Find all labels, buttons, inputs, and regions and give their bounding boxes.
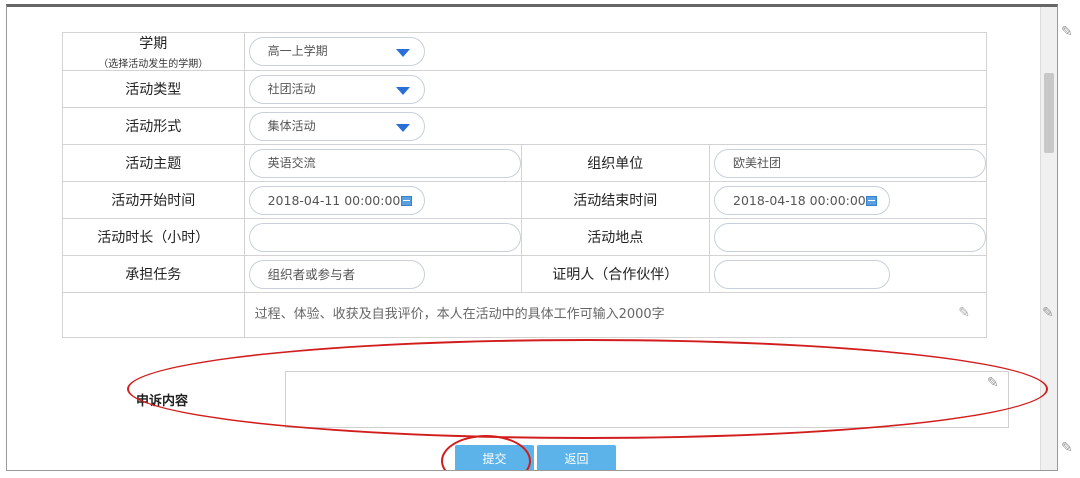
location-label: 活动地点: [520, 218, 711, 256]
row-description: 过程、体验、收获及自我评价，本人在活动中的具体工作可输入2000字 ✎: [62, 292, 988, 338]
description-label-cell: [62, 292, 245, 338]
row-role: 承担任务 组织者或参与者 证明人（合作伙伴）: [62, 255, 987, 293]
theme-input-cell: 英语交流: [243, 144, 522, 182]
description-cell: 过程、体验、收获及自我评价，本人在活动中的具体工作可输入2000字 ✎: [243, 292, 988, 338]
calendar-icon[interactable]: [866, 195, 877, 206]
activity-type-select[interactable]: 社团活动: [248, 74, 425, 104]
start-time-value: 2018-04-11 00:00:00: [267, 192, 401, 208]
witness-label: 证明人（合作伙伴）: [520, 255, 711, 293]
scrollbar-thumb[interactable]: [1044, 73, 1054, 153]
vertical-scrollbar[interactable]: [1040, 7, 1057, 470]
description-textarea[interactable]: 过程、体验、收获及自我评价，本人在活动中的具体工作可输入2000字 ✎: [245, 293, 986, 337]
organizer-input[interactable]: 欧美社团: [714, 148, 986, 178]
form-window: 学期 （选择活动发生的学期） 高一上学期 活动类型 社团活动 活动形式 集体活动…: [6, 4, 1058, 471]
end-time-input-cell: 2018-04-18 00:00:00: [709, 181, 987, 219]
role-input-cell: 组织者或参与者: [243, 255, 522, 293]
semester-input-cell: 高一上学期: [243, 32, 988, 71]
dropdown-caret-icon: [395, 49, 410, 57]
location-input[interactable]: [714, 222, 986, 252]
role-input[interactable]: 组织者或参与者: [248, 259, 425, 289]
semester-value: 高一上学期: [267, 44, 328, 58]
dropdown-caret-icon: [395, 123, 410, 132]
semester-hint: （选择活动发生的学期）: [98, 59, 209, 70]
semester-select[interactable]: 高一上学期: [248, 37, 425, 66]
description-placeholder: 过程、体验、收获及自我评价，本人在活动中的具体工作可输入2000字: [254, 307, 665, 322]
duration-label: 活动时长（小时）: [62, 218, 245, 256]
pen-icon: ✎: [1042, 305, 1054, 321]
annotation-ellipse-appeal: [127, 339, 1048, 439]
theme-input[interactable]: 英语交流: [248, 148, 521, 178]
witness-input[interactable]: [714, 259, 890, 289]
pen-icon: ✎: [958, 305, 970, 321]
activity-form-label: 活动形式: [62, 107, 245, 145]
role-label: 承担任务: [62, 255, 245, 293]
semester-label: 学期: [139, 36, 168, 52]
row-time: 活动开始时间 2018-04-11 00:00:00 活动结束时间 2018-0…: [62, 181, 987, 219]
duration-input-cell: [243, 218, 522, 256]
dropdown-caret-icon: [395, 86, 410, 95]
row-semester: 学期 （选择活动发生的学期） 高一上学期: [62, 32, 988, 71]
row-activity-form: 活动形式 集体活动: [62, 107, 988, 145]
organizer-label: 组织单位: [520, 144, 711, 182]
location-input-cell: [709, 218, 987, 256]
calendar-icon[interactable]: [400, 195, 412, 206]
activity-type-label: 活动类型: [62, 70, 245, 108]
annotation-ellipse-submit: [441, 435, 531, 470]
activity-form-value: 集体活动: [267, 118, 316, 133]
duration-input[interactable]: [248, 222, 521, 252]
start-time-label: 活动开始时间: [62, 181, 245, 219]
pen-icon: ✎: [1061, 24, 1073, 40]
end-time-label: 活动结束时间: [520, 181, 711, 219]
end-time-value: 2018-04-18 00:00:00: [733, 192, 866, 208]
row-theme: 活动主题 英语交流 组织单位 欧美社团: [62, 144, 987, 182]
row-duration: 活动时长（小时） 活动地点: [62, 218, 987, 256]
activity-form-input-cell: 集体活动: [243, 107, 988, 145]
end-time-input[interactable]: 2018-04-18 00:00:00: [714, 185, 890, 215]
back-button[interactable]: 返回: [537, 445, 616, 470]
theme-label: 活动主题: [62, 144, 245, 182]
organizer-input-cell: 欧美社团: [709, 144, 987, 182]
activity-type-input-cell: 社团活动: [243, 70, 988, 108]
activity-form-table: 学期 （选择活动发生的学期） 高一上学期 活动类型 社团活动 活动形式 集体活动…: [62, 32, 988, 338]
start-time-input[interactable]: 2018-04-11 00:00:00: [248, 185, 425, 215]
witness-input-cell: [709, 255, 987, 293]
start-time-input-cell: 2018-04-11 00:00:00: [243, 181, 522, 219]
semester-label-cell: 学期 （选择活动发生的学期）: [62, 32, 245, 71]
activity-form-select[interactable]: 集体活动: [248, 111, 425, 141]
activity-type-value: 社团活动: [267, 81, 316, 96]
row-activity-type: 活动类型 社团活动: [62, 70, 988, 108]
pen-icon: ✎: [1061, 440, 1073, 456]
